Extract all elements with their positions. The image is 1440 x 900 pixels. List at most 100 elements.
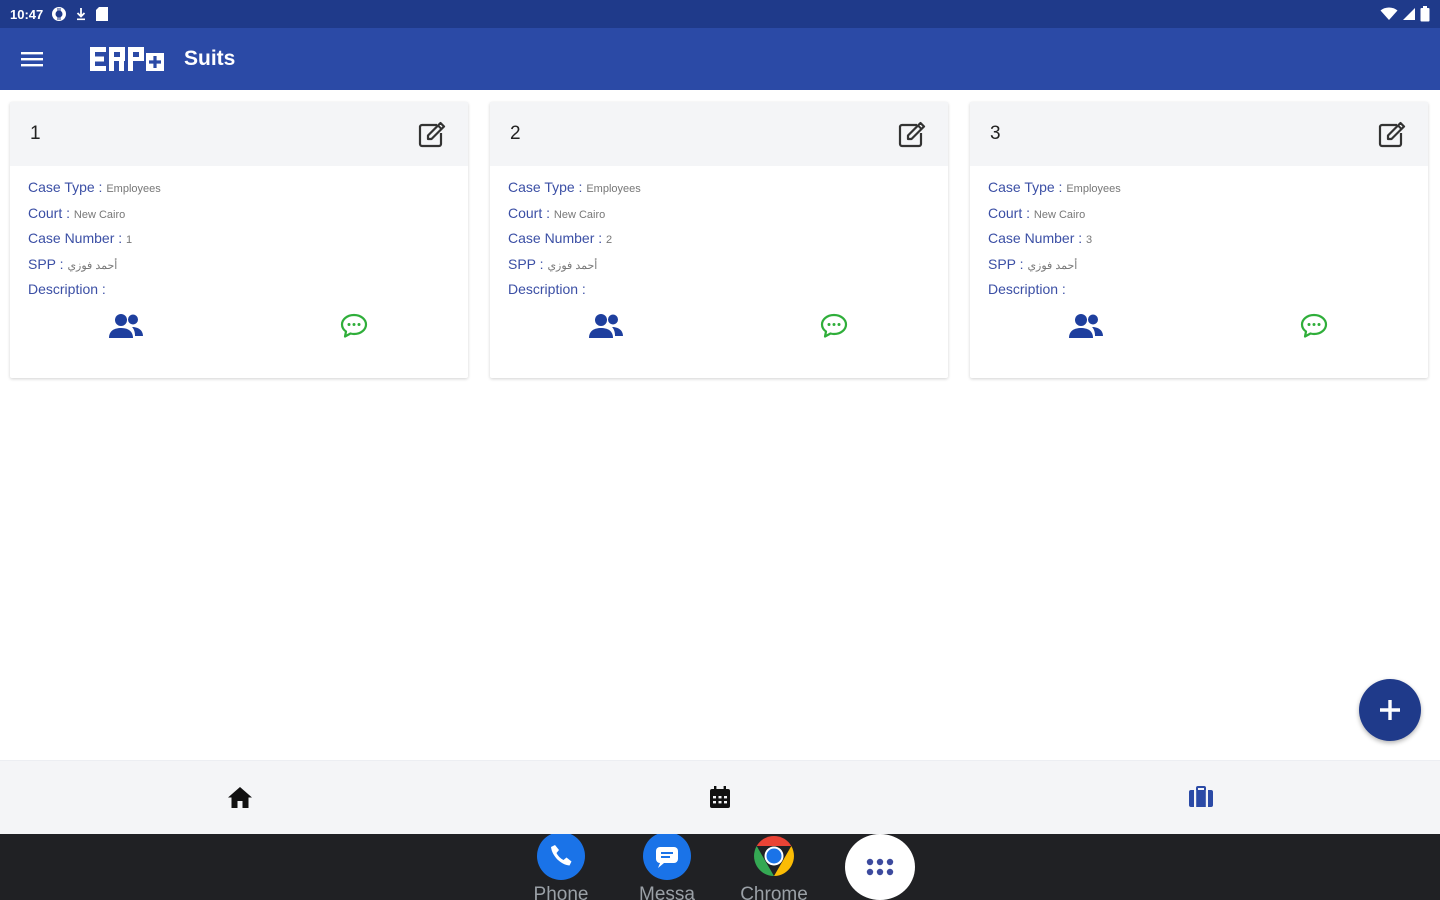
card-header: 3 [970, 102, 1428, 166]
nav-calendar[interactable] [700, 779, 740, 815]
card-number: 2 [510, 123, 521, 144]
field-label: Description [28, 281, 99, 297]
briefcase-icon [1189, 786, 1213, 807]
field-separator: : [542, 204, 554, 221]
field-separator: : [1015, 255, 1028, 272]
card-number: 3 [990, 123, 1001, 144]
parties-button[interactable] [1066, 308, 1106, 344]
card-field: Case Number : 3 [988, 227, 1410, 253]
field-label: Case Number [988, 230, 1075, 246]
field-value: 2 [606, 234, 613, 246]
card-field: Description : [988, 278, 1410, 304]
field-value: 3 [1086, 234, 1093, 246]
field-separator: : [574, 179, 587, 195]
card-number: 1 [30, 123, 41, 144]
card-details: Case Type : Employees Court : New Cairo Ca… [10, 166, 468, 304]
bottom-navigation [0, 760, 1440, 834]
edit-icon [418, 121, 446, 148]
card-field: SPP : أحمد فوزي [988, 253, 1410, 279]
dock-label-chrome: Chrome [740, 884, 808, 900]
field-label: Court [988, 204, 1023, 221]
app-drawer-icon [866, 858, 894, 876]
android-dock: Phone Messa Chrome [0, 834, 1440, 900]
dock-label-messages: Messa [639, 884, 695, 900]
chat-button[interactable] [336, 308, 372, 344]
status-left: 10:47 [10, 6, 109, 22]
field-separator: : [1074, 230, 1087, 246]
card-field: Court : New Cairo [988, 202, 1410, 228]
app-drawer-button[interactable] [845, 834, 915, 900]
chat-button[interactable] [816, 308, 852, 344]
nav-home[interactable] [220, 779, 260, 815]
field-separator: : [55, 255, 68, 272]
chrome-icon [750, 834, 798, 880]
field-value: Employees [1066, 183, 1121, 195]
suit-card[interactable]: 2 Case Type : Employees Court : New Cairo C… [490, 102, 948, 378]
field-value: أحمد فوزي [1027, 259, 1078, 272]
field-value: Employees [586, 183, 641, 195]
field-separator: : [94, 179, 107, 195]
field-value: أحمد فوزي [67, 259, 118, 272]
card-details: Case Type : Employees Court : New Cairo Ca… [490, 166, 948, 304]
field-value: 1 [126, 234, 133, 246]
field-separator: : [1054, 179, 1067, 195]
page-title: Suits [184, 47, 236, 70]
people-icon [589, 314, 623, 338]
field-separator: : [535, 255, 548, 272]
card-field: Case Number : 2 [508, 227, 930, 253]
hamburger-menu-icon [21, 52, 43, 67]
field-value: New Cairo [553, 208, 606, 221]
field-separator: : [578, 281, 586, 297]
edit-button[interactable] [1376, 118, 1408, 150]
card-field: Case Type : Employees [28, 176, 450, 202]
card-field: Case Type : Employees [988, 176, 1410, 202]
field-label: Description [988, 281, 1059, 297]
parties-button[interactable] [586, 308, 626, 344]
settings-badge-icon [51, 6, 67, 22]
suit-card[interactable]: 3 Case Type : Employees Court : New Cairo C… [970, 102, 1428, 378]
card-field: Court : New Cairo [508, 202, 930, 228]
sd-card-icon [95, 6, 109, 22]
card-details: Case Type : Employees Court : New Cairo Ca… [970, 166, 1428, 304]
edit-icon [898, 121, 926, 148]
status-time: 10:47 [10, 6, 44, 22]
field-label: Court [508, 204, 543, 221]
edit-button[interactable] [416, 118, 448, 150]
suit-card[interactable]: 1 Case Type : Employees Court : New Cairo C… [10, 102, 468, 378]
field-label: Description [508, 281, 579, 297]
calendar-icon [710, 786, 730, 808]
wifi-icon [1380, 7, 1398, 21]
chat-icon [340, 313, 368, 338]
status-bar: 10:47 [0, 0, 1440, 28]
dock-app-messages[interactable]: Messa [627, 834, 707, 900]
card-field: SPP : أحمد فوزي [508, 253, 930, 279]
field-label: SPP [508, 255, 536, 272]
nav-suits[interactable] [1181, 779, 1221, 815]
card-header: 2 [490, 102, 948, 166]
field-label: Case Type [988, 179, 1055, 195]
card-header: 1 [10, 102, 468, 166]
card-field: Description : [28, 278, 450, 304]
field-label: Court [28, 204, 63, 221]
chat-button[interactable] [1296, 308, 1332, 344]
field-label: SPP [28, 255, 56, 272]
field-value: New Cairo [73, 208, 126, 221]
dock-app-chrome[interactable]: Chrome [734, 834, 814, 900]
card-actions [490, 308, 948, 348]
field-label: Case Number [508, 230, 595, 246]
field-separator: : [114, 230, 127, 246]
field-label: Case Type [508, 179, 575, 195]
status-right [1380, 6, 1430, 22]
field-label: Case Number [28, 230, 115, 246]
parties-button[interactable] [106, 308, 146, 344]
dock-app-phone[interactable]: Phone [521, 834, 601, 900]
chat-icon [1300, 313, 1328, 338]
edit-button[interactable] [896, 118, 928, 150]
field-label: Case Type [28, 179, 95, 195]
menu-button[interactable] [0, 28, 64, 90]
card-field: SPP : أحمد فوزي [28, 253, 450, 279]
chat-icon [820, 313, 848, 338]
add-suit-button[interactable] [1359, 679, 1421, 741]
people-icon [109, 314, 143, 338]
card-field: Case Type : Employees [508, 176, 930, 202]
